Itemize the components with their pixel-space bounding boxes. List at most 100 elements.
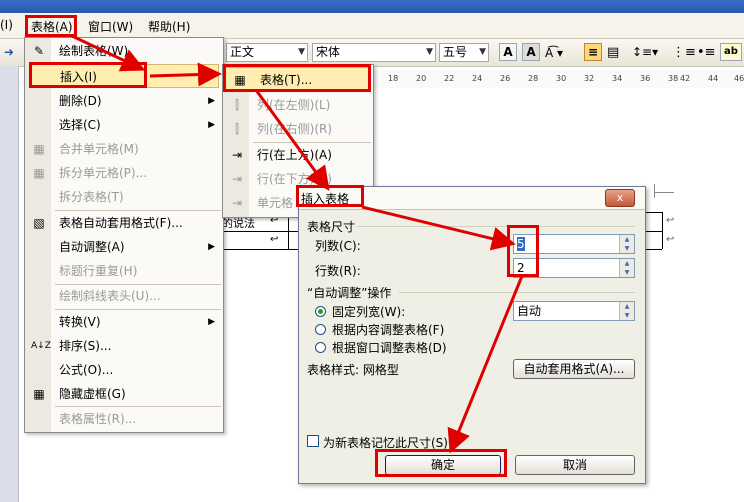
table-style-label: 表格样式: 网格型: [307, 363, 399, 377]
menu-insert-partial[interactable]: (I): [0, 18, 13, 32]
submenu-arrow-icon: ▶: [208, 317, 215, 327]
table-border-right: [662, 212, 663, 249]
autoformat-button[interactable]: 自动套用格式(A)...: [513, 359, 635, 379]
char-scale-icon[interactable]: A͡ ▾: [545, 46, 563, 60]
pencil-table-icon: ✎: [33, 44, 45, 58]
menu-window[interactable]: 窗口(W): [88, 18, 133, 35]
margin-corner: [654, 184, 655, 198]
split-cells-icon: ▦: [33, 166, 45, 180]
fit-window-radio[interactable]: [315, 342, 326, 353]
merge-cells-icon: ▦: [33, 142, 45, 156]
fit-content-radio[interactable]: [315, 324, 326, 335]
autoformat-icon: ▧: [33, 216, 45, 230]
group-divider: [399, 292, 635, 293]
chevron-down-icon: ▼: [298, 47, 305, 57]
cols-spinner[interactable]: ▲ ▼: [619, 235, 634, 253]
menu-item-autoformat[interactable]: ▧ 表格自动套用格式(F)...: [25, 211, 223, 235]
insert-column-icon: ⫿: [235, 122, 239, 136]
menu-item-autofit[interactable]: 自动调整(A) ▶: [25, 235, 223, 259]
gridlines-icon: ▦: [33, 387, 45, 401]
size-group-label: 表格尺寸: [307, 220, 356, 234]
size-combo[interactable]: 五号 ▼: [439, 43, 489, 62]
menu-item-diagonal-header[interactable]: 绘制斜线表头(U)...: [25, 284, 223, 308]
size-value: 五号: [443, 45, 468, 59]
toolbar-arrow-icon[interactable]: ➜: [4, 45, 14, 59]
ruler-tick-label: 28: [528, 74, 539, 83]
menu-item-label: 转换(V): [59, 315, 101, 329]
font-value: 宋体: [316, 45, 341, 59]
fit-window-label: 根据窗口调整表格(D): [332, 341, 447, 355]
font-combo[interactable]: 宋体 ▼: [312, 43, 436, 62]
menu-item-label: 绘制表格(W): [59, 44, 129, 58]
menu-help[interactable]: 帮助(H): [148, 18, 190, 35]
rows-label: 行数(R):: [315, 264, 361, 278]
menu-item-split-table[interactable]: 拆分表格(T): [25, 185, 223, 209]
ruler-tick-label: 38: [668, 74, 679, 83]
cancel-button[interactable]: 取消: [515, 455, 635, 475]
insert-row-icon: ⇥: [231, 172, 243, 186]
annotation-box-table-menu: [25, 15, 77, 37]
menu-item-label: 隐藏虚框(G): [59, 387, 126, 401]
menu-item-label: 自动调整(A): [59, 240, 125, 254]
ruler-tick-label: 36: [640, 74, 651, 83]
close-button[interactable]: x: [605, 189, 635, 207]
highlight-ab-button[interactable]: ab: [720, 43, 742, 61]
menu-item-label: 拆分单元格(P)...: [59, 166, 148, 180]
ruler-tick-label: 26: [500, 74, 511, 83]
insert-table-dialog: 插入表格 x 表格尺寸 列数(C): 5 ▲ ▼ 行数(R): 2 ▲ ▼ “自动调…: [298, 186, 646, 484]
menu-item-label: 绘制斜线表头(U)...: [59, 289, 161, 303]
submenu-item-row-above[interactable]: ⇥ 行(在上方)(A): [223, 143, 373, 167]
fixed-width-spinner[interactable]: ▲ ▼: [619, 302, 634, 320]
horizontal-ruler: 18 20 22 24 26 28 30 32 34 36 38 42 44 46: [372, 70, 744, 89]
align-justify-button[interactable]: ≡: [584, 43, 602, 61]
ruler-tick-label: 32: [584, 74, 595, 83]
cols-label: 列数(C):: [315, 239, 361, 253]
menu-item-label: 排序(S)...: [59, 339, 112, 353]
char-border-button[interactable]: A: [499, 43, 517, 61]
remember-size-checkbox[interactable]: [307, 435, 319, 447]
submenu-item-col-right[interactable]: ⫿ 列(在右侧)(R): [223, 117, 373, 141]
char-shading-button[interactable]: A: [522, 43, 540, 61]
submenu-arrow-icon: ▶: [208, 242, 215, 252]
annotation-box-table-item: [223, 64, 371, 92]
ruler-tick-label: 22: [444, 74, 455, 83]
ruler-tick-label: 24: [472, 74, 483, 83]
chevron-down-icon: ▼: [479, 47, 486, 57]
fixed-width-label: 固定列宽(W):: [332, 305, 406, 319]
submenu-item-col-left[interactable]: ⫿ 列(在左侧)(L): [223, 93, 373, 117]
line-spacing-icon[interactable]: ↕≡▾: [632, 45, 658, 59]
annotation-box-dialog-title: [296, 185, 364, 207]
submenu-arrow-icon: ▶: [208, 120, 215, 130]
style-value: 正文: [230, 45, 255, 59]
menu-item-label: 标题行重复(H): [59, 264, 138, 278]
rows-spinner[interactable]: ▲ ▼: [619, 259, 634, 277]
menu-item-formula[interactable]: 公式(O)...: [25, 358, 223, 382]
distributed-align-icon[interactable]: ▤: [607, 45, 619, 60]
submenu-arrow-icon: ▶: [208, 96, 215, 106]
bullets-icon[interactable]: •≡: [697, 45, 716, 60]
menu-item-draw-table[interactable]: ✎ 绘制表格(W): [25, 39, 223, 63]
margin-corner: [654, 192, 674, 193]
numbering-icon[interactable]: ⋮≡: [672, 45, 696, 60]
fixed-width-input[interactable]: 自动 ▲ ▼: [513, 301, 635, 321]
ruler-tick-label: 30: [556, 74, 567, 83]
row-end-mark: ↩: [666, 215, 675, 226]
menu-item-label: 列(在右侧)(R): [257, 122, 333, 136]
annotation-box-insert: [29, 62, 147, 88]
menu-item-convert[interactable]: 转换(V) ▶: [25, 310, 223, 334]
submenu-arrow-icon: ▶: [203, 72, 210, 82]
menu-item-select[interactable]: 选择(C) ▶: [25, 113, 223, 137]
menu-item-hide-gridlines[interactable]: ▦ 隐藏虚框(G): [25, 382, 223, 406]
ruler-tick-label: 42: [680, 74, 691, 83]
menu-item-heading-repeat[interactable]: 标题行重复(H): [25, 259, 223, 283]
ruler-tick-label: 18: [388, 74, 399, 83]
menu-item-delete[interactable]: 删除(D) ▶: [25, 89, 223, 113]
style-combo[interactable]: 正文 ▼: [226, 43, 308, 62]
menu-item-split-cells[interactable]: ▦ 拆分单元格(P)...: [25, 161, 223, 185]
fixed-width-radio[interactable]: [315, 306, 326, 317]
sort-az-icon: A↓Z: [31, 341, 51, 351]
menu-item-table-properties[interactable]: 表格属性(R)...: [25, 407, 223, 431]
menu-item-sort[interactable]: A↓Z 排序(S)...: [25, 334, 223, 358]
menu-item-merge-cells[interactable]: ▦ 合并单元格(M): [25, 137, 223, 161]
cell-end-mark: ↩: [270, 234, 279, 245]
